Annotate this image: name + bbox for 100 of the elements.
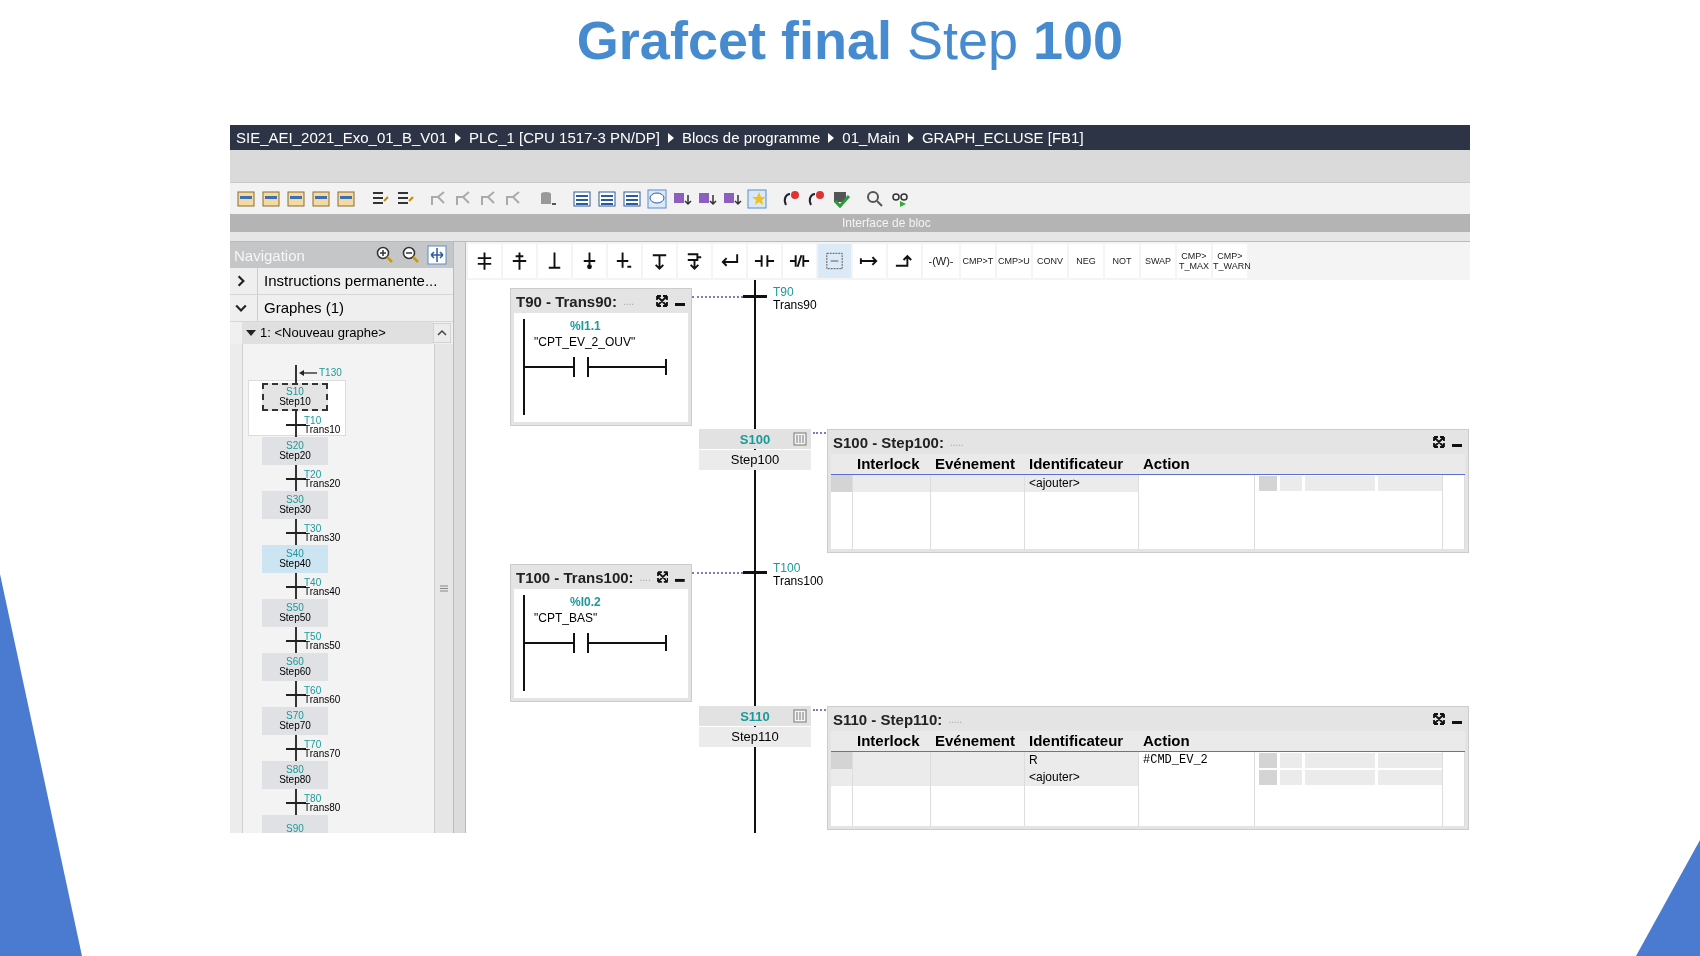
- table-cell[interactable]: [1305, 476, 1375, 491]
- table-cell[interactable]: [1280, 476, 1302, 491]
- transition-number: T90: [773, 286, 795, 299]
- zoom-out-icon[interactable]: [401, 245, 421, 265]
- tree-item[interactable]: 1: <Nouveau graphe>: [242, 322, 433, 344]
- table-cell[interactable]: [1378, 753, 1442, 768]
- transition-number: T20: [304, 470, 322, 479]
- table-cell[interactable]: [853, 475, 931, 492]
- step-node[interactable]: S10 Step10: [262, 383, 328, 411]
- instruction-button[interactable]: CONV: [1033, 244, 1067, 278]
- column-header[interactable]: Identificateur: [1025, 454, 1139, 474]
- breadcrumb-item[interactable]: Blocs de programme: [681, 129, 821, 146]
- breadcrumb-item[interactable]: SIE_AEI_2021_Exo_01_B_V01: [236, 129, 447, 146]
- breadcrumb-item[interactable]: 01_Main: [842, 129, 900, 146]
- table-cell[interactable]: [853, 769, 931, 786]
- row-header-cell[interactable]: [831, 475, 853, 492]
- expand-icon[interactable]: [1433, 436, 1445, 448]
- transition-number: T50: [304, 632, 322, 641]
- table-cell[interactable]: [1378, 770, 1442, 785]
- table-cell[interactable]: [1259, 753, 1277, 768]
- step-icon[interactable]: [573, 244, 606, 278]
- window-icon[interactable]: [261, 188, 281, 209]
- section-header[interactable]: Instructions permanente...: [230, 268, 453, 295]
- table-cell[interactable]: [1305, 753, 1375, 768]
- section-header[interactable]: Graphes (1): [230, 295, 453, 322]
- jump-icon[interactable]: [643, 244, 676, 278]
- fit-width-icon[interactable]: [427, 245, 447, 265]
- column-header[interactable]: Evénement: [931, 731, 1025, 751]
- table-cell[interactable]: [931, 752, 1025, 769]
- column-header[interactable]: Identificateur: [1025, 731, 1139, 751]
- contact-address: %I0.2: [570, 595, 601, 609]
- table-cell[interactable]: [1378, 476, 1442, 491]
- list-icon[interactable]: [572, 188, 592, 209]
- branch-icon[interactable]: [468, 244, 501, 278]
- window-icon[interactable]: [236, 188, 256, 209]
- table-cell[interactable]: [931, 769, 1025, 786]
- breadcrumb-item[interactable]: PLC_1 [CPU 1517-3 PN/DP]: [469, 129, 660, 146]
- step-node[interactable]: S110 Step110: [699, 706, 811, 747]
- step-node[interactable]: S70 Step70: [262, 707, 328, 735]
- row-header-cell[interactable]: [831, 752, 853, 769]
- step-icon[interactable]: [608, 244, 641, 278]
- table-cell[interactable]: [1259, 476, 1277, 491]
- zoom-in-icon[interactable]: [375, 245, 395, 265]
- step-node[interactable]: S60 Step60: [262, 653, 328, 681]
- expand-icon[interactable]: [656, 295, 668, 307]
- scrollbar[interactable]: [434, 344, 453, 833]
- transition-name: Trans40: [304, 587, 341, 596]
- instruction-button[interactable]: NEG: [1069, 244, 1103, 278]
- table-cell[interactable]: #CMD_EV_2: [1139, 752, 1255, 769]
- row-header-cell[interactable]: [831, 769, 853, 786]
- window-icon[interactable]: [286, 188, 306, 209]
- window-icon[interactable]: [311, 188, 331, 209]
- contact-icon[interactable]: [783, 244, 816, 278]
- table-cell[interactable]: [931, 475, 1025, 492]
- speech-bubble-icon[interactable]: [647, 188, 667, 209]
- transition-number: T70: [304, 740, 322, 749]
- breadcrumb-item[interactable]: GRAPH_ECLUSE [FB1]: [921, 129, 1084, 146]
- table-cell[interactable]: [853, 752, 931, 769]
- instruction-button[interactable]: CMP>T: [961, 244, 995, 278]
- chevron-icon: [907, 132, 914, 143]
- instruction-button[interactable]: -(W)-: [923, 244, 959, 278]
- instruction-button[interactable]: NOT: [1105, 244, 1139, 278]
- expand-icon[interactable]: [656, 571, 669, 583]
- contact-icon[interactable]: [748, 244, 781, 278]
- column-header[interactable]: Evénement: [931, 454, 1025, 474]
- instruction-button[interactable]: CMP> T_MAX: [1177, 244, 1211, 278]
- step-node[interactable]: S100 Step100: [699, 429, 811, 470]
- transition-bar: [743, 571, 767, 574]
- branch-icon[interactable]: [503, 244, 536, 278]
- transition-number: T80: [304, 794, 322, 803]
- grip-icon[interactable]: [440, 585, 448, 592]
- column-header[interactable]: Action: [1139, 454, 1255, 474]
- step-node[interactable]: S30 Step30: [262, 491, 328, 519]
- table-cell[interactable]: <ajouter>: [1025, 769, 1139, 786]
- scroll-up-button[interactable]: [433, 323, 451, 343]
- transition-number: T100: [773, 562, 802, 575]
- instruction-button[interactable]: SWAP: [1141, 244, 1175, 278]
- column-header[interactable]: Action: [1139, 731, 1255, 751]
- triangle-icon: [246, 328, 256, 338]
- panel-title: S100 - Step100:: [833, 433, 944, 451]
- list-icon[interactable]: [597, 188, 617, 209]
- step-node[interactable]: S80 Step80: [262, 761, 328, 789]
- table-cell[interactable]: <ajouter>: [1025, 475, 1139, 492]
- column-header[interactable]: Interlock: [853, 454, 931, 474]
- table-cell[interactable]: R: [1025, 752, 1139, 769]
- column-header[interactable]: Interlock: [853, 731, 931, 751]
- step-node[interactable]: S50 Step50: [262, 599, 328, 627]
- step-icon[interactable]: [538, 244, 571, 278]
- step-node[interactable]: S40 Step40: [262, 545, 328, 573]
- instruction-button[interactable]: CMP>U: [997, 244, 1031, 278]
- window-icon[interactable]: [336, 188, 356, 209]
- branch-icon[interactable]: [678, 244, 711, 278]
- step-node[interactable]: S20 Step20: [262, 437, 328, 465]
- search-icon[interactable]: [865, 188, 885, 209]
- expand-icon[interactable]: [1433, 713, 1445, 725]
- panel-title: T90 - Trans90:: [516, 292, 617, 310]
- list-icon[interactable]: [622, 188, 642, 209]
- table-cell[interactable]: [1259, 770, 1277, 785]
- chevron-icon: [455, 132, 461, 143]
- table-cell[interactable]: [1280, 753, 1302, 768]
